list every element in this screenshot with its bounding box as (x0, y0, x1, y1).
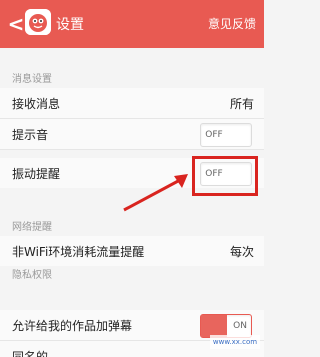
setting-label: 振动提醒 (12, 167, 61, 181)
app-logo-icon (25, 9, 51, 35)
setting-label: 同名的 (12, 350, 49, 357)
setting-label: 非WiFi环境消耗流量提醒 (12, 245, 145, 259)
page-title: 设置 (56, 17, 84, 33)
setting-label: 允许给我的作品加弹幕 (12, 319, 133, 333)
back-button[interactable]: < (6, 12, 26, 36)
setting-value: 每次 (229, 245, 254, 259)
watermark-logo: www.xx.com (210, 335, 260, 349)
toggle-state-label: OFF (205, 130, 223, 140)
setting-value: 所有 (229, 97, 254, 111)
toggle-on-fill (201, 315, 227, 337)
setting-label: 提示音 (12, 128, 49, 142)
setting-label: 接收消息 (12, 97, 61, 111)
sound-toggle[interactable]: OFF (200, 123, 252, 147)
annotation-arrow-icon (123, 174, 188, 212)
toggle-state-label: ON (233, 321, 247, 331)
highlight-box (192, 156, 258, 196)
setting-row-sound: 提示音 OFF (0, 119, 264, 149)
app-header: < 设置 意见反馈 (0, 0, 264, 48)
section-header-privacy: 隐私权限 (12, 270, 52, 281)
setting-row-receive[interactable]: 接收消息 所有 (0, 88, 264, 118)
feedback-link[interactable]: 意见反馈 (208, 15, 256, 32)
divider (0, 149, 264, 150)
section-header-message: 消息设置 (12, 74, 52, 85)
section-header-network: 网络提醒 (12, 222, 52, 233)
chevron-left-icon: < (7, 12, 25, 36)
setting-row-wifi[interactable]: 非WiFi环境消耗流量提醒 每次 (0, 236, 264, 266)
